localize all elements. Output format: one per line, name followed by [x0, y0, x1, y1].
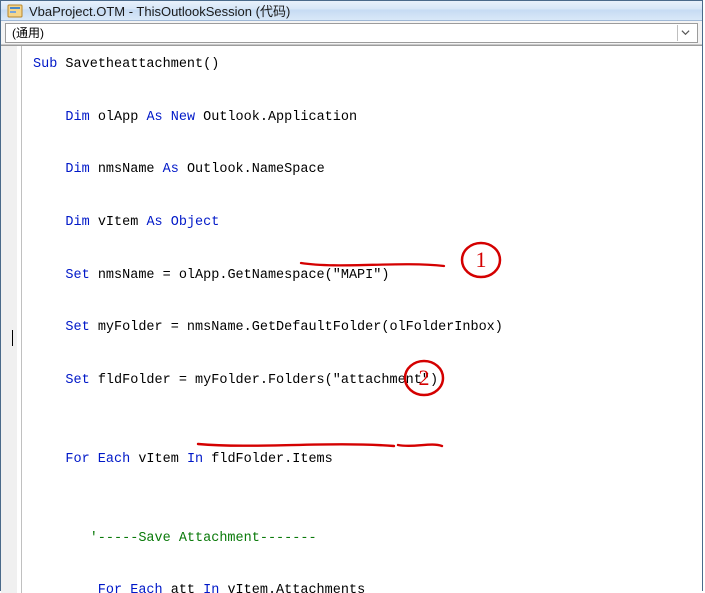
code-area: Sub Savetheattachment() Dim olApp As New… — [1, 45, 702, 593]
code-window: VbaProject.OTM - ThisOutlookSession (代码)… — [0, 0, 703, 591]
code-token: fldFolder.Items — [203, 452, 333, 467]
code-token: For Each — [33, 452, 130, 467]
code-token: Set — [33, 373, 90, 388]
code-token: Set — [33, 320, 90, 335]
code-token: vItem — [90, 215, 147, 230]
code-token: vItem.Attachments — [219, 583, 365, 593]
code-token: As New — [146, 110, 195, 125]
code-token: Dim — [33, 162, 90, 177]
code-token: olApp — [90, 110, 147, 125]
code-token: In — [187, 452, 203, 467]
toolbar: (通用) — [1, 21, 702, 45]
object-dropdown-value: (通用) — [12, 24, 44, 41]
code-token: att — [163, 583, 204, 593]
window-title: VbaProject.OTM - ThisOutlookSession (代码) — [29, 1, 290, 20]
code-token: fldFolder = myFolder.Folders("attachment… — [90, 373, 438, 388]
code-token: nmsName = olApp.GetNamespace("MAPI") — [90, 268, 390, 283]
code-token: vItem — [130, 452, 187, 467]
code-token: Outlook.Application — [195, 110, 357, 125]
code-token: For Each — [33, 583, 163, 593]
code-token: myFolder = nmsName.GetDefaultFolder(olFo… — [90, 320, 503, 335]
code-token: Outlook.NameSpace — [179, 162, 325, 177]
code-comment: '-----Save Attachment------- — [33, 531, 317, 546]
margin-indicator-bar[interactable] — [1, 46, 19, 593]
code-token: nmsName — [90, 162, 163, 177]
titlebar[interactable]: VbaProject.OTM - ThisOutlookSession (代码) — [1, 1, 702, 21]
object-dropdown[interactable]: (通用) — [5, 23, 698, 43]
code-token: As — [163, 162, 179, 177]
code-token: Set — [33, 268, 90, 283]
outlook-vba-icon — [7, 3, 23, 19]
code-token: Dim — [33, 215, 90, 230]
chevron-down-icon — [677, 25, 693, 41]
code-token: Dim — [33, 110, 90, 125]
code-editor[interactable]: Sub Savetheattachment() Dim olApp As New… — [19, 46, 702, 593]
text-caret — [12, 330, 13, 346]
code-token: Sub — [33, 57, 57, 72]
code-token: Savetheattachment() — [57, 57, 219, 72]
code-token: In — [203, 583, 219, 593]
code-token: As Object — [146, 215, 219, 230]
